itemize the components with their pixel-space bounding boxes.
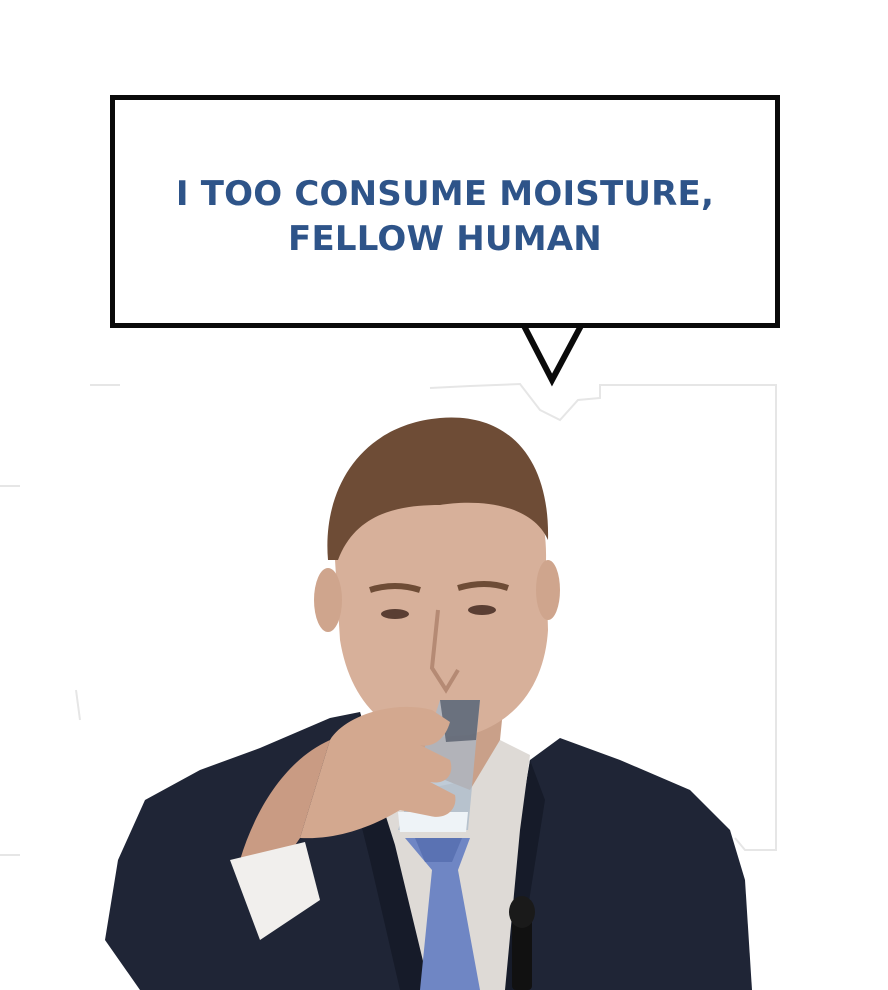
speech-bubble: I TOO CONSUME MOISTURE, FELLOW HUMAN bbox=[110, 95, 780, 328]
speech-line-1: I TOO CONSUME MOISTURE, bbox=[175, 174, 715, 214]
meme-canvas: I TOO CONSUME MOISTURE, FELLOW HUMAN bbox=[0, 0, 888, 990]
person-drinking-water-photo bbox=[0, 382, 777, 990]
speech-bubble-text: I TOO CONSUME MOISTURE, FELLOW HUMAN bbox=[115, 172, 775, 262]
speech-line-2: FELLOW HUMAN bbox=[288, 219, 602, 259]
